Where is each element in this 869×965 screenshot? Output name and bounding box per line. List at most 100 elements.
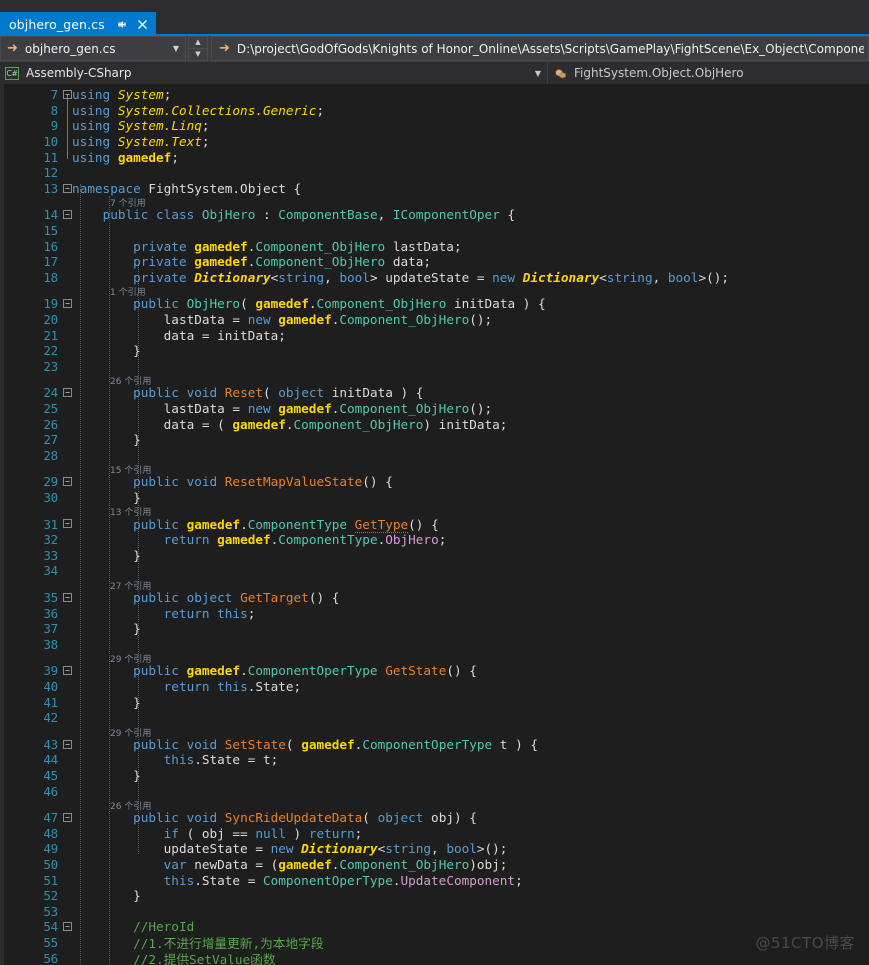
code-line[interactable]: 42 xyxy=(0,710,869,726)
code-line[interactable]: 16 private gamedef.Component_ObjHero las… xyxy=(0,238,869,254)
code-line[interactable]: 26 data = ( gamedef.Component_ObjHero) i… xyxy=(0,416,869,432)
chevron-up-icon[interactable]: ▲ xyxy=(189,37,207,49)
code-line[interactable]: 17 private gamedef.Component_ObjHero dat… xyxy=(0,254,869,270)
code-line[interactable]: 21 data = initData; xyxy=(0,327,869,343)
fold-toggle-icon[interactable]: − xyxy=(63,183,72,193)
fold-toggle-icon[interactable]: − xyxy=(63,666,72,676)
code-line[interactable]: 18 private Dictionary<string, bool> upda… xyxy=(0,270,869,286)
code-text: var newData = (gamedef.Component_ObjHero… xyxy=(163,857,508,873)
code-line[interactable]: 12 xyxy=(0,165,869,181)
code-text: data = ( gamedef.Component_ObjHero) init… xyxy=(72,416,508,432)
code-text: public ObjHero( gamedef.Component_ObjHer… xyxy=(133,296,546,312)
pin-icon[interactable] xyxy=(115,18,128,31)
code-line[interactable]: 10 using System.Text; xyxy=(0,134,869,150)
fold-toggle-icon[interactable]: − xyxy=(63,922,72,932)
code-editor[interactable]: 7− using System; 8 using System.Collections… xyxy=(0,84,869,965)
code-line[interactable]: 49 updateState = new Dictionary<string, … xyxy=(0,841,869,857)
code-line[interactable]: 8 using System.Collections.Generic; xyxy=(0,103,869,119)
code-text: } xyxy=(72,694,141,710)
code-line[interactable]: 53 xyxy=(0,904,869,920)
code-line[interactable]: 46 xyxy=(0,783,869,799)
code-line[interactable]: 37 } xyxy=(0,621,869,637)
code-line[interactable]: 40 return this.State; xyxy=(0,679,869,695)
code-line[interactable]: 32 return gamedef.ComponentType.ObjHero; xyxy=(0,532,869,548)
code-line[interactable]: 39− public gamedef.ComponentOperType Get… xyxy=(0,663,869,679)
navigation-stepper[interactable]: ▲ ▼ xyxy=(188,36,208,61)
code-line[interactable]: 25 lastData = new gamedef.Component_ObjH… xyxy=(0,401,869,417)
line-number: 24 xyxy=(43,385,58,401)
line-number: 50 xyxy=(43,857,58,873)
code-line[interactable]: 22 } xyxy=(0,343,869,359)
code-line[interactable]: 36 return this; xyxy=(0,605,869,621)
code-text: public void SyncRideUpdateData( object o… xyxy=(133,810,477,826)
line-number: 31 xyxy=(43,516,58,532)
code-line[interactable]: 43− public void SetState( gamedef.Compon… xyxy=(0,737,869,753)
fold-toggle-icon[interactable]: − xyxy=(63,813,72,822)
code-line[interactable]: 7− using System; xyxy=(0,87,869,103)
breadcrumb-project-label: Assembly-CSharp xyxy=(26,66,132,80)
line-number: 51 xyxy=(43,872,58,888)
code-line[interactable]: 51 this.State = ComponentOperType.Update… xyxy=(0,872,869,888)
breadcrumb-type[interactable]: FightSystem.Object.ObjHero xyxy=(547,62,869,84)
code-line[interactable]: 27 } xyxy=(0,432,869,448)
line-number: 29 xyxy=(43,474,58,490)
line-number: 47 xyxy=(43,810,58,826)
code-line[interactable]: 19− public ObjHero( gamedef.Component_Ob… xyxy=(0,296,869,312)
fold-toggle-icon[interactable]: − xyxy=(63,90,72,99)
code-line[interactable]: 38 xyxy=(0,637,869,653)
close-icon[interactable] xyxy=(136,17,150,31)
chevron-down-icon[interactable]: ▼ xyxy=(169,44,183,53)
code-line[interactable]: 56 //2.提供SetValue函数 xyxy=(0,950,869,965)
fold-toggle-icon[interactable]: − xyxy=(63,388,72,398)
code-line[interactable]: 15 xyxy=(0,223,869,239)
line-number: 33 xyxy=(43,547,58,563)
fold-toggle-icon[interactable]: − xyxy=(63,519,72,529)
code-line[interactable]: 44 this.State = t; xyxy=(0,752,869,768)
code-text: public void SetState( gamedef.ComponentO… xyxy=(133,736,539,752)
file-selector-value: objhero_gen.cs xyxy=(24,41,116,56)
chevron-down-icon[interactable]: ▼ xyxy=(189,49,207,60)
code-line[interactable]: 24− public void Reset( object initData )… xyxy=(0,385,869,401)
chevron-down-icon[interactable]: ▼ xyxy=(529,69,547,78)
code-line[interactable]: 48 if ( obj == null ) return; xyxy=(0,826,869,842)
line-number: 38 xyxy=(43,636,58,652)
fold-toggle-icon[interactable]: − xyxy=(63,299,72,309)
fold-toggle-icon[interactable]: − xyxy=(63,477,72,487)
code-line[interactable]: 50 var newData = (gamedef.Component_ObjH… xyxy=(0,857,869,873)
line-number: 22 xyxy=(43,343,58,359)
line-number: 34 xyxy=(43,563,58,579)
code-line[interactable]: 52 } xyxy=(0,888,869,904)
code-line[interactable]: 14− public class ObjHero : ComponentBase… xyxy=(0,207,869,223)
code-line[interactable]: 23 xyxy=(0,359,869,375)
code-line[interactable]: 11 using gamedef; xyxy=(0,149,869,165)
code-line[interactable]: 29− public void ResetMapValueState() { xyxy=(0,474,869,490)
fold-toggle-icon[interactable]: − xyxy=(63,592,72,602)
code-line[interactable]: 20 lastData = new gamedef.Component_ObjH… xyxy=(0,312,869,328)
code-line[interactable]: 35− public object GetTarget() { xyxy=(0,590,869,606)
code-text: } xyxy=(72,432,141,448)
file-selector-combobox[interactable]: ➜ objhero_gen.cs ▼ xyxy=(0,36,186,61)
code-line[interactable]: 30 } xyxy=(0,490,869,506)
file-path-bar[interactable]: ➜ D:\project\GodOfGods\Knights of Honor_… xyxy=(211,36,869,61)
code-text: public void ResetMapValueState() { xyxy=(133,474,393,490)
code-line[interactable]: 41 } xyxy=(0,694,869,710)
editor-tab-objhero-gen-cs[interactable]: objhero_gen.cs xyxy=(0,12,156,36)
breadcrumb-project[interactable]: C# Assembly-CSharp xyxy=(0,66,529,80)
line-number: 32 xyxy=(43,532,58,548)
navigation-bar: ➜ objhero_gen.cs ▼ ▲ ▼ ➜ D:\project\GodO… xyxy=(0,36,869,62)
code-line[interactable]: 9 using System.Linq; xyxy=(0,118,869,134)
code-line[interactable]: 13− namespace FightSystem.Object { xyxy=(0,181,869,197)
code-line[interactable]: 31− public gamedef.ComponentType GetType… xyxy=(0,516,869,533)
code-line[interactable]: 47− public void SyncRideUpdateData( obje… xyxy=(0,810,869,826)
code-line[interactable]: 34 xyxy=(0,563,869,579)
fold-toggle-icon[interactable]: − xyxy=(63,739,72,749)
code-text: namespace FightSystem.Object { xyxy=(72,180,302,196)
code-line[interactable]: 33 } xyxy=(0,548,869,564)
fold-toggle-icon[interactable]: − xyxy=(63,210,72,220)
line-number: 12 xyxy=(43,165,58,181)
code-text: this.State = t; xyxy=(163,752,279,768)
code-line[interactable]: 28 xyxy=(0,448,869,464)
line-number: 23 xyxy=(43,358,58,374)
code-line[interactable]: 45 } xyxy=(0,768,869,784)
line-number: 30 xyxy=(43,490,58,506)
